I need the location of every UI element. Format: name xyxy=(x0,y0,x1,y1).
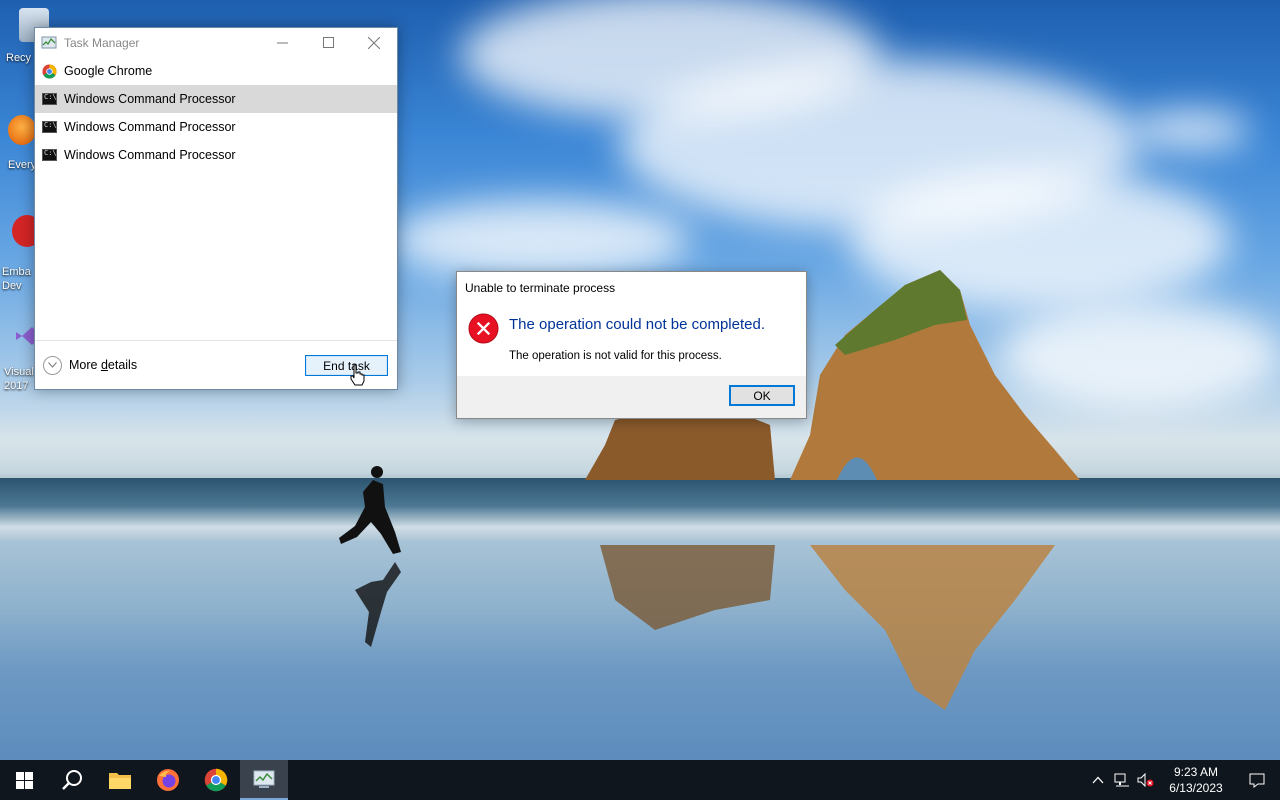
minimize-button[interactable] xyxy=(259,28,305,57)
show-hidden-icons-button[interactable] xyxy=(1086,760,1110,800)
wallpaper-cloud xyxy=(1130,110,1250,150)
task-manager-footer: More details End task xyxy=(35,340,397,389)
more-details-toggle[interactable] xyxy=(43,355,62,375)
taskbar: 9:23 AM 6/13/2023 xyxy=(0,760,1280,800)
cmd-icon xyxy=(42,149,57,161)
cmd-icon xyxy=(42,121,57,133)
window-title: Task Manager xyxy=(64,35,140,50)
process-name: Windows Command Processor xyxy=(64,92,236,106)
search-icon xyxy=(62,770,82,790)
windows-start-icon xyxy=(15,771,33,789)
process-item-chrome[interactable]: Google Chrome xyxy=(35,57,397,85)
minimize-icon xyxy=(276,42,288,44)
task-manager-titlebar[interactable]: Task Manager xyxy=(35,28,397,57)
end-task-button[interactable]: End task xyxy=(305,355,388,376)
action-center-button[interactable] xyxy=(1234,760,1280,800)
process-name: Google Chrome xyxy=(64,64,153,78)
taskbar-clock[interactable]: 9:23 AM 6/13/2023 xyxy=(1158,764,1234,796)
chevron-up-icon xyxy=(1092,776,1104,784)
close-icon xyxy=(368,36,380,49)
wallpaper-reflection xyxy=(600,545,1055,710)
process-name: Windows Command Processor xyxy=(64,148,236,162)
wallpaper-runner xyxy=(339,466,401,647)
more-details-link[interactable]: More details xyxy=(69,358,137,372)
process-name: Windows Command Processor xyxy=(64,120,236,134)
taskbar-task-manager[interactable] xyxy=(240,760,288,800)
taskbar-firefox[interactable] xyxy=(144,760,192,800)
volume-tray-button[interactable] xyxy=(1134,760,1158,800)
start-button[interactable] xyxy=(0,760,48,800)
error-icon xyxy=(468,313,499,344)
cmd-icon xyxy=(42,93,57,105)
file-explorer-icon xyxy=(109,773,131,789)
process-list: Google Chrome Windows Command Processor … xyxy=(35,57,397,169)
firefox-icon xyxy=(157,769,179,791)
close-button[interactable] xyxy=(351,28,397,57)
process-item-cmd[interactable]: Windows Command Processor xyxy=(35,141,397,169)
task-manager-icon xyxy=(253,770,275,788)
chrome-icon xyxy=(42,63,57,79)
everything-search-icon xyxy=(8,115,36,145)
dialog-title: Unable to terminate process xyxy=(465,281,616,295)
dialog-content: The operation is not valid for this proc… xyxy=(509,350,722,362)
dialog-footer: OK xyxy=(457,376,806,418)
maximize-button[interactable] xyxy=(305,28,351,57)
network-icon xyxy=(1114,773,1129,787)
chevron-down-icon xyxy=(48,362,57,368)
clock-date: 6/13/2023 xyxy=(1169,781,1223,795)
notification-icon xyxy=(1249,773,1265,788)
system-tray: 9:23 AM 6/13/2023 xyxy=(1086,760,1280,800)
task-manager-window: Task Manager Google Chrome Windows Comma… xyxy=(34,27,398,390)
process-item-cmd[interactable]: Windows Command Processor xyxy=(35,113,397,141)
hand-cursor-icon xyxy=(350,364,365,386)
error-dialog: Unable to terminate process The operatio… xyxy=(456,271,807,419)
taskbar-file-explorer[interactable] xyxy=(96,760,144,800)
ok-button[interactable]: OK xyxy=(729,385,795,406)
volume-muted-icon xyxy=(1137,773,1154,787)
taskbar-chrome[interactable] xyxy=(192,760,240,800)
task-manager-icon xyxy=(41,36,57,48)
search-button[interactable] xyxy=(48,760,96,800)
process-item-cmd[interactable]: Windows Command Processor xyxy=(35,85,397,113)
clock-time: 9:23 AM xyxy=(1173,765,1219,779)
network-tray-button[interactable] xyxy=(1110,760,1134,800)
maximize-icon xyxy=(322,37,334,48)
chrome-icon xyxy=(204,768,228,792)
dialog-main-instruction: The operation could not be completed. xyxy=(509,316,766,333)
